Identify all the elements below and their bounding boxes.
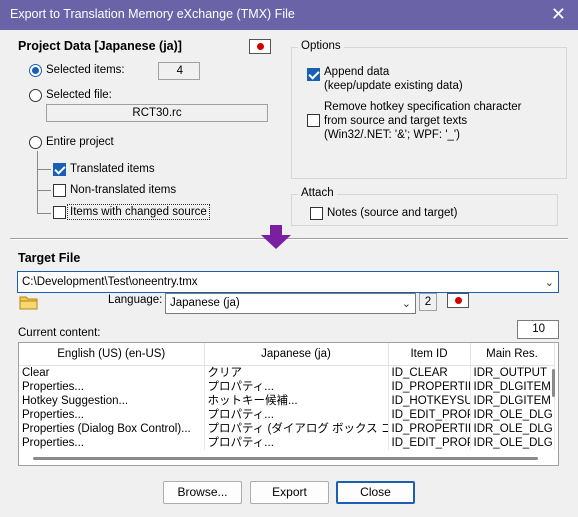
entire-project-label: Entire project	[46, 136, 114, 148]
selected-file-radio[interactable]	[29, 89, 42, 102]
remove-hotkey-label-3: (Win32/.NET: '&'; WPF: '_')	[324, 129, 460, 141]
cell-item-id: ID_EDIT_PROPERTIES	[388, 435, 471, 450]
cell-english: Properties...	[19, 435, 205, 450]
selected-file-field: RCT30.rc	[46, 104, 268, 122]
append-data-label: Append data	[324, 66, 390, 78]
cell-main-res: IDR_OUTPUT	[470, 365, 555, 380]
changed-source-label: Items with changed source	[67, 204, 210, 220]
chevron-down-icon[interactable]: ⌄	[402, 297, 411, 310]
selected-items-count: 4	[176, 65, 183, 77]
cell-main-res: IDR_OLE_DLG	[470, 435, 555, 450]
table-row[interactable]: Properties (Dialog Box Control)... プロパティ…	[19, 421, 555, 436]
target-file-combo[interactable]: C:\Development\Test\oneentry.tmx ⌄	[17, 271, 559, 293]
close-button[interactable]: Close	[336, 481, 415, 504]
attach-title: Attach	[298, 187, 337, 199]
selected-items-radio[interactable]	[29, 64, 42, 77]
close-window-icon[interactable]: ✕	[551, 3, 566, 25]
current-content-label: Current content:	[18, 327, 101, 339]
column-header-english[interactable]: English (US) (en-US)	[19, 343, 205, 366]
cell-main-res: IDR_DLGITEM	[470, 393, 555, 408]
notes-checkbox[interactable]	[310, 207, 323, 220]
selected-items-label: Selected items:	[46, 64, 125, 76]
remove-hotkey-checkbox[interactable]	[307, 114, 320, 127]
horizontal-scrollbar[interactable]	[33, 457, 538, 460]
target-file-title: Target File	[18, 251, 81, 265]
cell-english: Hotkey Suggestion...	[19, 393, 205, 408]
table-row[interactable]: Clear クリア ID_CLEAR IDR_OUTPUT	[19, 365, 555, 380]
notes-label: Notes (source and target)	[327, 207, 458, 219]
language-count-field: 2	[419, 293, 437, 311]
cell-japanese: プロパティ (ダイアログ ボックス コントロール)...	[204, 421, 389, 436]
remove-hotkey-label-2: from source and target texts	[324, 115, 468, 127]
folder-icon[interactable]	[19, 294, 39, 310]
table-row[interactable]: Properties... プロパティ... ID_EDIT_PROPERTIE…	[19, 435, 555, 450]
cell-item-id: ID_HOTKEYSUGG	[388, 393, 471, 408]
non-translated-items-checkbox[interactable]	[53, 184, 66, 197]
cell-japanese: プロパティ...	[204, 379, 389, 394]
down-arrow-icon	[261, 225, 291, 249]
changed-source-checkbox[interactable]	[53, 206, 66, 219]
vertical-scrollbar[interactable]	[552, 369, 555, 397]
cell-english: Properties...	[19, 379, 205, 394]
cell-main-res: IDR_OLE_DLG	[470, 421, 555, 436]
cell-english: Properties (Dialog Box Control)...	[19, 421, 205, 436]
column-header-item-id[interactable]: Item ID	[388, 343, 471, 366]
cell-main-res: IDR_OLE_DLG	[470, 407, 555, 422]
selected-file-value: RCT30.rc	[132, 107, 182, 119]
japan-flag-icon	[249, 39, 271, 54]
append-data-sublabel: (keep/update existing data)	[324, 80, 463, 92]
window-title: Export to Translation Memory eXchange (T…	[10, 7, 295, 21]
title-bar: Export to Translation Memory eXchange (T…	[0, 0, 578, 30]
table-row[interactable]: Properties... プロパティ... ID_EDIT_PROPERTIE…	[19, 407, 555, 422]
project-data-title: Project Data [Japanese (ja)]	[18, 39, 182, 53]
options-title: Options	[298, 40, 344, 52]
cell-english: Properties...	[19, 407, 205, 422]
cell-english: Clear	[19, 365, 205, 380]
tree-line	[37, 151, 38, 214]
remove-hotkey-label-1: Remove hotkey specification character	[324, 101, 522, 113]
non-translated-items-label: Non-translated items	[70, 184, 177, 196]
cell-japanese: クリア	[204, 365, 389, 380]
cell-item-id: ID_EDIT_PROPERTIES	[388, 407, 471, 422]
language-count: 2	[424, 296, 432, 308]
selected-items-count-field: 4	[158, 62, 200, 80]
target-file-path: C:\Development\Test\oneentry.tmx	[22, 276, 198, 288]
content-count: 10	[532, 323, 545, 335]
append-data-checkbox[interactable]	[307, 68, 320, 81]
tree-line	[37, 169, 51, 170]
export-button[interactable]: Export	[250, 481, 329, 504]
tree-line	[37, 213, 51, 214]
content-table[interactable]: English (US) (en-US) Japanese (ja) Item …	[18, 342, 559, 466]
cell-item-id: ID_CLEAR	[388, 365, 471, 380]
content-count-field: 10	[517, 320, 559, 339]
entire-project-radio[interactable]	[29, 136, 42, 149]
language-value: Japanese (ja)	[170, 297, 240, 309]
cell-japanese: プロパティ...	[204, 407, 389, 422]
column-header-main-res[interactable]: Main Res.	[470, 343, 555, 366]
cell-item-id: ID_PROPERTIES	[388, 421, 471, 436]
cell-main-res: IDR_DLGITEM	[470, 379, 555, 394]
tree-line	[37, 190, 51, 191]
column-header-japanese[interactable]: Japanese (ja)	[204, 343, 389, 366]
selected-file-label: Selected file:	[46, 89, 112, 101]
language-combo[interactable]: Japanese (ja) ⌄	[165, 293, 416, 314]
cell-item-id: ID_PROPERTIES	[388, 379, 471, 394]
translated-items-checkbox[interactable]	[53, 163, 66, 176]
table-row[interactable]: Hotkey Suggestion... ホットキー候補... ID_HOTKE…	[19, 393, 555, 408]
japan-flag-icon	[447, 293, 469, 308]
cell-japanese: プロパティ...	[204, 435, 389, 450]
language-label: Language:	[108, 294, 163, 306]
table-row[interactable]: Properties... プロパティ... ID_PROPERTIES IDR…	[19, 379, 555, 394]
browse-button[interactable]: Browse...	[163, 481, 242, 504]
cell-japanese: ホットキー候補...	[204, 393, 389, 408]
chevron-down-icon[interactable]: ⌄	[545, 276, 554, 289]
translated-items-label: Translated items	[70, 163, 155, 175]
